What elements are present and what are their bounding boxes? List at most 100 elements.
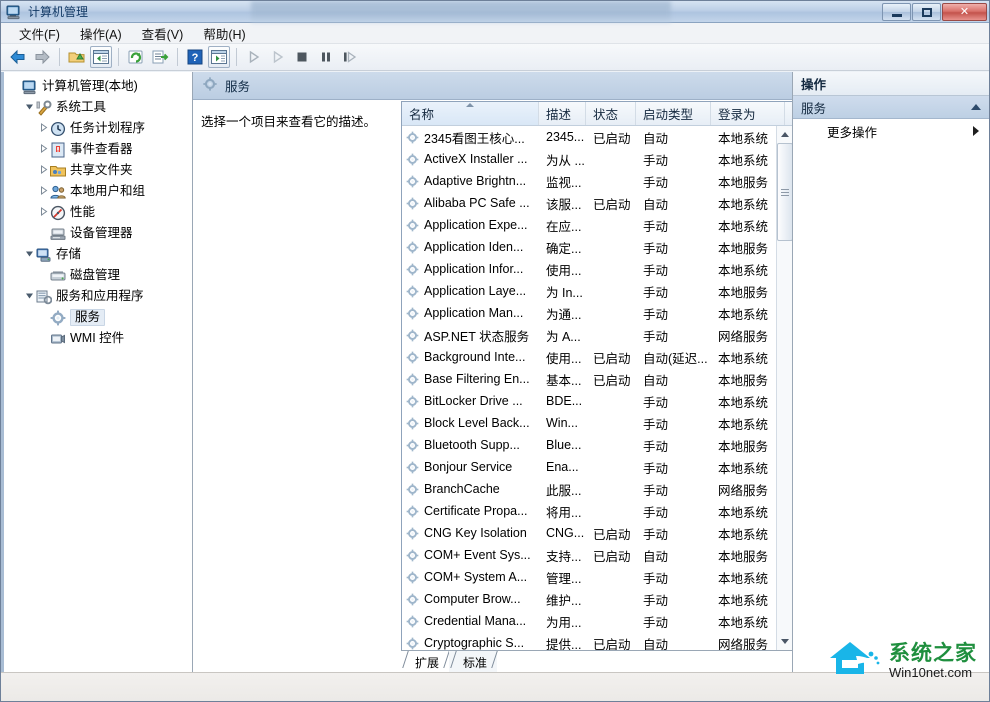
scroll-up-button[interactable]: [777, 126, 793, 143]
cell-type: 手动: [643, 219, 669, 234]
cell-desc: 为通...: [546, 307, 582, 322]
column-header-name[interactable]: 名称: [402, 102, 539, 125]
actions-section-services[interactable]: 服务: [793, 96, 989, 119]
export-list-icon[interactable]: [149, 46, 171, 68]
tree-item-7[interactable]: 设备管理器: [8, 223, 192, 244]
resume-service-icon[interactable]: [267, 46, 289, 68]
show-hide-tree-icon[interactable]: [90, 46, 112, 68]
table-row[interactable]: BranchCache 此服... 手动 网络服务: [402, 478, 792, 500]
column-header-type[interactable]: 启动类型: [636, 102, 711, 125]
scrollbar-thumb[interactable]: [776, 143, 792, 241]
cell-stat: 已启动: [593, 351, 631, 366]
table-row[interactable]: Certificate Propa... 将用... 手动 本地系统: [402, 500, 792, 522]
tree-expand-arrow-closed-icon[interactable]: [36, 123, 50, 134]
cell-name: ASP.NET 状态服务: [402, 326, 539, 345]
table-row[interactable]: BitLocker Drive ... BDE... 手动 本地系统: [402, 390, 792, 412]
house-logo-icon: [826, 638, 882, 683]
tree-item-12[interactable]: WMI 控件: [8, 328, 192, 349]
table-row[interactable]: ActiveX Installer ... 为从 ... 手动 本地系统: [402, 148, 792, 170]
table-row[interactable]: Computer Brow... 维护... 手动 本地系统: [402, 588, 792, 610]
back-icon[interactable]: [7, 46, 29, 68]
table-row[interactable]: Credential Mana... 为用... 手动 本地系统: [402, 610, 792, 632]
table-row[interactable]: Bonjour Service Ena... 手动 本地系统: [402, 456, 792, 478]
table-row[interactable]: Adaptive Brightn... 监视... 手动 本地服务: [402, 170, 792, 192]
service-gear-icon: [406, 329, 419, 342]
cell-name-label: COM+ Event Sys...: [424, 548, 531, 562]
close-button[interactable]: ✕: [942, 3, 987, 21]
cell-desc: 为从 ...: [546, 153, 585, 168]
table-row[interactable]: Bluetooth Supp... Blue... 手动 本地服务: [402, 434, 792, 456]
cell-stat: 已启动: [593, 549, 631, 564]
tree-item-2[interactable]: 任务计划程序: [8, 118, 192, 139]
tree-expand-arrow-closed-icon[interactable]: [36, 165, 50, 176]
tree-expand-arrow-closed-icon[interactable]: [36, 186, 50, 197]
tree-item-6[interactable]: 性能: [8, 202, 192, 223]
tree-expand-arrow-open-icon[interactable]: [22, 102, 36, 113]
restart-service-icon[interactable]: [339, 46, 361, 68]
services-list-scrollbar[interactable]: [776, 126, 792, 650]
minimize-button[interactable]: [882, 3, 911, 21]
tree-expand-arrow-closed-icon[interactable]: [36, 144, 50, 155]
tree-item-label: 服务和应用程序: [56, 289, 144, 304]
tree-item-3[interactable]: 事件查看器: [8, 139, 192, 160]
cell-type: 手动: [643, 505, 669, 520]
menu-item-help[interactable]: 帮助(H): [193, 22, 255, 45]
tree-expand-arrow-open-icon[interactable]: [22, 291, 36, 302]
cell-type: 手动: [643, 307, 669, 322]
table-row[interactable]: Alibaba PC Safe ... 该服... 已启动 自动 本地系统: [402, 192, 792, 214]
column-header-logon[interactable]: 登录为: [711, 102, 785, 125]
table-row[interactable]: Application Expe... 在应... 手动 本地系统: [402, 214, 792, 236]
table-row[interactable]: Application Man... 为通... 手动 本地系统: [402, 302, 792, 324]
tree-item-5[interactable]: 本地用户和组: [8, 181, 192, 202]
pause-service-icon[interactable]: [315, 46, 337, 68]
table-row[interactable]: Background Inte... 使用... 已启动 自动(延迟... 本地系统: [402, 346, 792, 368]
table-row[interactable]: COM+ System A... 管理... 手动 本地系统: [402, 566, 792, 588]
table-row[interactable]: Block Level Back... Win... 手动 本地系统: [402, 412, 792, 434]
action-more-actions[interactable]: 更多操作: [793, 119, 989, 143]
column-header-stat[interactable]: 状态: [586, 102, 636, 125]
cell-name: Background Inte...: [402, 350, 539, 364]
table-row[interactable]: Application Laye... 为 In... 手动 本地服务: [402, 280, 792, 302]
tree-item-1[interactable]: 系统工具: [8, 97, 192, 118]
tree-expand-arrow-open-icon[interactable]: [22, 249, 36, 260]
tree-item-4[interactable]: 共享文件夹: [8, 160, 192, 181]
tree-item-10[interactable]: 服务和应用程序: [8, 286, 192, 307]
scrollbar-track[interactable]: [776, 143, 792, 633]
cell-name-label: 2345看图王核心...: [424, 131, 525, 146]
collapse-up-icon[interactable]: [971, 104, 981, 110]
table-row[interactable]: 2345看图王核心... 2345... 已启动 自动 本地系统: [402, 126, 792, 148]
up-folder-icon[interactable]: [66, 46, 88, 68]
refresh-icon[interactable]: [125, 46, 147, 68]
forward-icon[interactable]: [31, 46, 53, 68]
tree-item-8[interactable]: 存储: [8, 244, 192, 265]
menu-item-view[interactable]: 查看(V): [132, 22, 194, 45]
cell-name-label: ActiveX Installer ...: [424, 152, 528, 166]
tree-item-label: 计算机管理(本地): [42, 79, 138, 94]
menu-item-action[interactable]: 操作(A): [70, 22, 132, 45]
tree-item-0[interactable]: 计算机管理(本地): [8, 76, 192, 97]
tree-item-9[interactable]: 磁盘管理: [8, 265, 192, 286]
table-row[interactable]: Base Filtering En... 基本... 已启动 自动 本地服务: [402, 368, 792, 390]
help-icon[interactable]: ?: [184, 46, 206, 68]
maximize-button[interactable]: [912, 3, 941, 21]
cell-name: Credential Mana...: [402, 614, 539, 628]
scroll-down-button[interactable]: [777, 633, 793, 650]
tab-extended[interactable]: 扩展: [401, 651, 449, 672]
menu-item-file[interactable]: 文件(F): [9, 22, 70, 45]
table-row[interactable]: Cryptographic S... 提供... 已启动 自动 网络服务: [402, 632, 792, 650]
table-row[interactable]: COM+ Event Sys... 支持... 已启动 自动 本地服务: [402, 544, 792, 566]
table-row[interactable]: CNG Key Isolation CNG... 已启动 手动 本地系统: [402, 522, 792, 544]
table-row[interactable]: ASP.NET 状态服务 为 A... 手动 网络服务: [402, 324, 792, 346]
cell-name-label: Application Iden...: [424, 240, 524, 254]
start-service-icon[interactable]: [243, 46, 265, 68]
stop-service-icon[interactable]: [291, 46, 313, 68]
tab-standard[interactable]: 标准: [449, 651, 498, 672]
table-row[interactable]: Application Infor... 使用... 手动 本地系统: [402, 258, 792, 280]
column-header-label: 登录为: [718, 108, 756, 122]
tree-expand-arrow-closed-icon[interactable]: [36, 207, 50, 218]
tree-item-11[interactable]: 服务: [8, 307, 192, 328]
show-action-pane-icon[interactable]: [208, 46, 230, 68]
table-row[interactable]: Application Iden... 确定... 手动 本地服务: [402, 236, 792, 258]
column-header-desc[interactable]: 描述: [539, 102, 586, 125]
cell-name-label: COM+ System A...: [424, 570, 528, 584]
